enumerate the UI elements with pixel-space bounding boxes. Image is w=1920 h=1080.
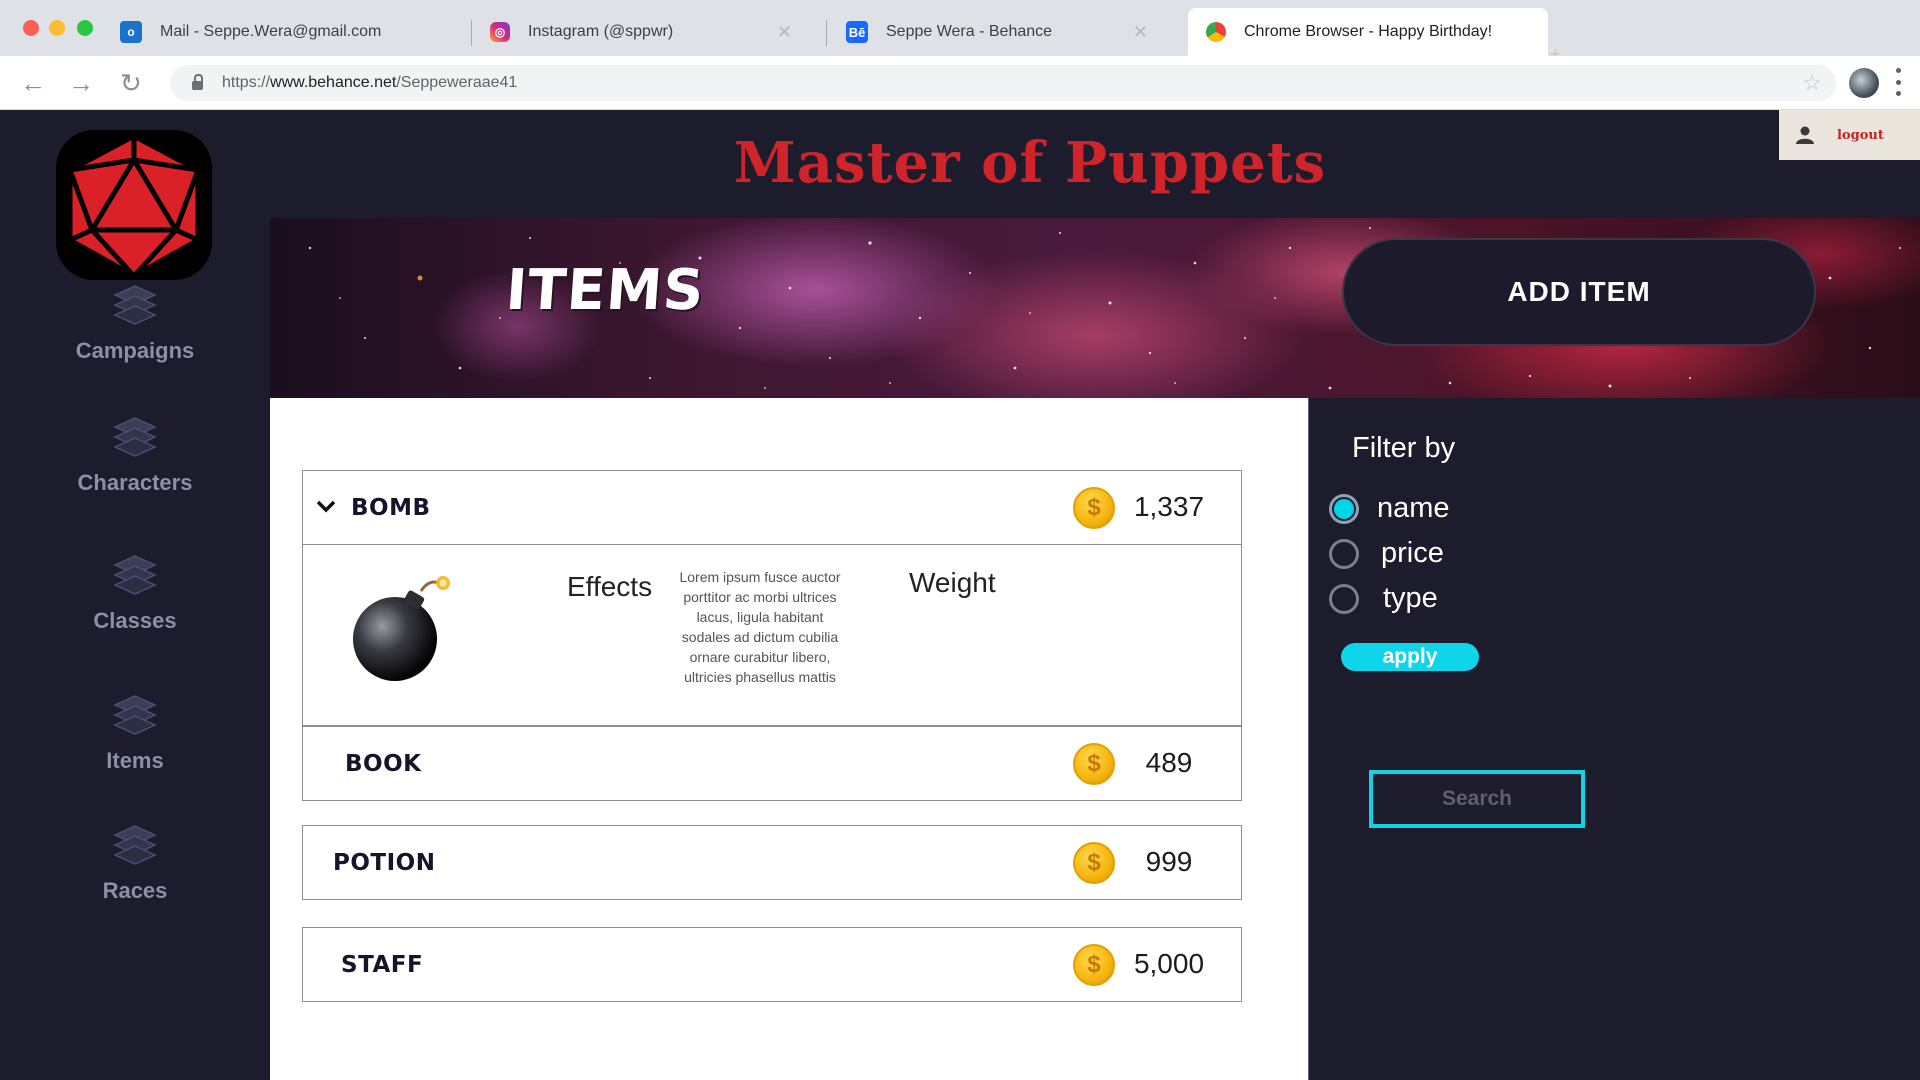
apply-button[interactable]: apply <box>1341 643 1479 671</box>
item-card-staff[interactable]: STAFF $ 5,000 <box>302 927 1242 1002</box>
coin-icon: $ <box>1073 842 1115 884</box>
item-card-header[interactable]: BOMB $ 1,337 <box>303 471 1241 544</box>
user-icon <box>1796 126 1814 144</box>
item-price: 5,000 <box>1133 948 1205 979</box>
chevron-down-icon[interactable] <box>315 495 337 517</box>
chrome-icon <box>1206 22 1226 42</box>
filter-option-price[interactable]: price <box>1329 537 1444 570</box>
app-title: Master of Puppets <box>733 130 1327 196</box>
browser-tab-instagram[interactable]: ◎ Instagram (@sppwr) ✕ <box>472 8 812 56</box>
stack-icon <box>113 695 157 735</box>
url-path: /Seppeweraae41 <box>396 74 518 91</box>
filter-option-type[interactable]: type <box>1329 582 1438 615</box>
logout-label: logout <box>1837 127 1884 143</box>
radio-button[interactable] <box>1329 583 1359 614</box>
filter-panel: Filter by name price type apply <box>1308 398 1920 1080</box>
maximize-window-button[interactable] <box>77 20 93 36</box>
bomb-icon <box>353 576 450 681</box>
browser-tab-chrome-active[interactable]: Chrome Browser - Happy Birthday! <box>1188 8 1548 56</box>
stack-icon <box>113 417 157 457</box>
filter-title: Filter by <box>1352 432 1456 464</box>
banner-title: ITEMS <box>503 258 707 323</box>
filter-option-label: name <box>1377 492 1450 524</box>
sidebar-item-label: Characters <box>77 470 193 495</box>
stack-icon <box>113 825 157 865</box>
item-card-book[interactable]: BOOK $ 489 <box>302 726 1242 801</box>
tab-label: Seppe Wera - Behance <box>886 23 1053 40</box>
sidebar-item-items[interactable]: Items <box>0 690 270 774</box>
sidebar-item-characters[interactable]: Characters <box>0 412 270 496</box>
close-tab-icon[interactable]: ✕ <box>777 22 792 43</box>
forward-arrow-icon[interactable]: → <box>68 70 94 96</box>
minimize-window-button[interactable] <box>49 20 65 36</box>
stack-icon <box>113 285 157 325</box>
item-card-potion[interactable]: POTION $ 999 <box>302 825 1242 900</box>
browser-tab-mail[interactable]: o Mail - Seppe.Wera@gmail.com <box>102 8 470 56</box>
back-arrow-icon[interactable]: ← <box>20 70 46 96</box>
item-name: BOOK <box>345 750 422 777</box>
item-price: 999 <box>1145 846 1193 877</box>
filter-option-label: price <box>1381 537 1444 569</box>
item-detail: Effects Lorem ipsum fusce auctor porttit… <box>303 544 1241 724</box>
item-description: Lorem ipsum fusce auctor porttitor ac mo… <box>679 569 841 685</box>
sidebar-item-label: Races <box>102 878 168 903</box>
tab-label: Chrome Browser - Happy Birthday! <box>1244 23 1493 40</box>
sidebar: Campaigns Characters Classes Items Races <box>0 110 270 1080</box>
item-card-bomb: BOMB $ 1,337 Effects Lorem ipsum fusce a… <box>302 470 1242 726</box>
coin-icon: $ <box>1073 743 1115 785</box>
item-name: BOMB <box>351 494 431 521</box>
tab-label: Mail - Seppe.Wera@gmail.com <box>160 23 382 40</box>
sidebar-item-label: Classes <box>93 608 177 633</box>
coin-icon: $ <box>1073 487 1115 529</box>
url-domain: www.behance.net <box>270 74 397 91</box>
sidebar-item-classes[interactable]: Classes <box>0 550 270 634</box>
effects-label: Effects <box>567 571 653 602</box>
search-input[interactable] <box>1369 770 1585 828</box>
item-name: STAFF <box>341 951 424 978</box>
outlook-icon: o <box>120 21 142 43</box>
close-tab-icon[interactable]: ✕ <box>1133 22 1148 43</box>
address-bar-row: ← → ↻ https://www.behance.net/Seppeweraa… <box>0 56 1920 110</box>
items-banner: ITEMS ADD ITEM <box>270 218 1920 398</box>
weight-label: Weight <box>909 567 996 598</box>
sidebar-item-races[interactable]: Races <box>0 820 270 904</box>
d20-logo-icon <box>56 130 212 280</box>
sidebar-item-campaigns[interactable]: Campaigns <box>0 280 270 364</box>
reload-icon[interactable]: ↻ <box>120 70 142 96</box>
item-price: 1,337 <box>1133 491 1205 522</box>
bookmark-star-icon[interactable]: ☆ <box>1802 70 1822 96</box>
add-item-button[interactable]: ADD ITEM <box>1342 238 1816 346</box>
filter-option-name[interactable]: name <box>1329 492 1450 525</box>
browser-menu-icon[interactable] <box>1896 68 1902 96</box>
app-root: Campaigns Characters Classes Items Races… <box>0 110 1920 1080</box>
item-name: POTION <box>333 849 436 876</box>
item-price: 489 <box>1145 747 1193 778</box>
url-input[interactable]: https://www.behance.net/Seppeweraae41 ☆ <box>170 65 1836 101</box>
tab-separator <box>826 20 827 46</box>
behance-icon: Bē <box>846 21 868 43</box>
browser-tab-behance[interactable]: Bē Seppe Wera - Behance ✕ <box>828 8 1168 56</box>
sidebar-item-label: Items <box>106 748 164 773</box>
item-list-panel: BOMB $ 1,337 Effects Lorem ipsum fusce a… <box>270 398 1308 1080</box>
stack-icon <box>113 555 157 595</box>
browser-tab-bar: o Mail - Seppe.Wera@gmail.com ◎ Instagra… <box>0 0 1920 64</box>
lock-icon <box>192 73 203 90</box>
url-prefix: https:// <box>222 74 271 91</box>
sidebar-item-label: Campaigns <box>75 338 195 363</box>
coin-icon: $ <box>1073 944 1115 986</box>
radio-button[interactable] <box>1329 493 1359 524</box>
profile-avatar[interactable] <box>1849 68 1879 98</box>
instagram-icon: ◎ <box>490 22 510 42</box>
radio-button[interactable] <box>1329 538 1359 569</box>
close-window-button[interactable] <box>23 20 39 36</box>
filter-option-label: type <box>1383 582 1438 614</box>
tab-label: Instagram (@sppwr) <box>528 23 674 40</box>
logout-button[interactable]: logout <box>1779 110 1920 160</box>
